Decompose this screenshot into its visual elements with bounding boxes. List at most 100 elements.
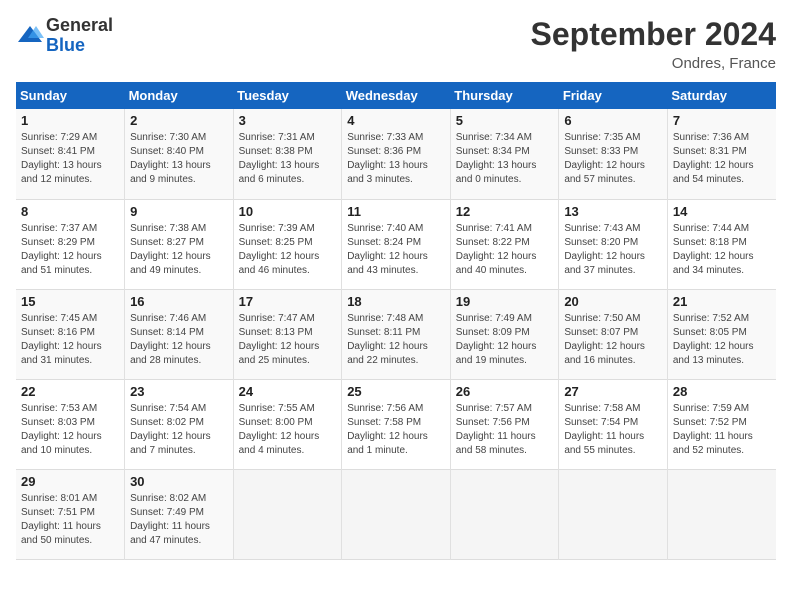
day-info: Sunrise: 7:41 AMSunset: 8:22 PMDaylight:… — [456, 222, 554, 278]
calendar-cell — [233, 469, 342, 559]
calendar-cell: 3 Sunrise: 7:31 AMSunset: 8:38 PMDaylight… — [233, 109, 342, 199]
calendar-cell: 13 Sunrise: 7:43 AMSunset: 8:20 PMDayligh… — [559, 199, 668, 289]
day-info: Sunrise: 8:02 AMSunset: 7:49 PMDaylight:… — [130, 492, 228, 548]
day-info: Sunrise: 7:34 AMSunset: 8:34 PMDaylight:… — [456, 131, 554, 187]
day-info: Sunrise: 7:54 AMSunset: 8:02 PMDaylight:… — [130, 402, 228, 458]
day-info: Sunrise: 7:37 AMSunset: 8:29 PMDaylight:… — [21, 222, 119, 278]
calendar-week-row: 22 Sunrise: 7:53 AMSunset: 8:03 PMDayligh… — [16, 379, 776, 469]
calendar-table: SundayMondayTuesdayWednesdayThursdayFrid… — [16, 82, 776, 560]
day-number: 21 — [673, 294, 771, 309]
calendar-week-row: 29 Sunrise: 8:01 AMSunset: 7:51 PMDayligh… — [16, 469, 776, 559]
calendar-cell: 9 Sunrise: 7:38 AMSunset: 8:27 PMDaylight… — [125, 199, 234, 289]
weekday-header-saturday: Saturday — [667, 82, 776, 109]
day-info: Sunrise: 7:55 AMSunset: 8:00 PMDaylight:… — [239, 402, 337, 458]
weekday-header-sunday: Sunday — [16, 82, 125, 109]
page-header: General Blue September 2024 Ondres, Fran… — [16, 16, 776, 72]
day-number: 23 — [130, 384, 228, 399]
day-number: 10 — [239, 204, 337, 219]
calendar-cell: 26 Sunrise: 7:57 AMSunset: 7:56 PMDayligh… — [450, 379, 559, 469]
logo-general: General — [46, 16, 113, 36]
weekday-header-tuesday: Tuesday — [233, 82, 342, 109]
weekday-header-thursday: Thursday — [450, 82, 559, 109]
day-info: Sunrise: 7:36 AMSunset: 8:31 PMDaylight:… — [673, 131, 771, 187]
day-number: 24 — [239, 384, 337, 399]
day-info: Sunrise: 7:31 AMSunset: 8:38 PMDaylight:… — [239, 131, 337, 187]
day-info: Sunrise: 7:58 AMSunset: 7:54 PMDaylight:… — [564, 402, 662, 458]
day-info: Sunrise: 7:43 AMSunset: 8:20 PMDaylight:… — [564, 222, 662, 278]
calendar-cell: 27Sunrise: 7:58 AMSunset: 7:54 PMDayligh… — [559, 379, 668, 469]
day-info: Sunrise: 7:50 AMSunset: 8:07 PMDaylight:… — [564, 312, 662, 368]
day-number: 8 — [21, 204, 119, 219]
calendar-cell: 24 Sunrise: 7:55 AMSunset: 8:00 PMDayligh… — [233, 379, 342, 469]
calendar-cell: 10Sunrise: 7:39 AMSunset: 8:25 PMDayligh… — [233, 199, 342, 289]
calendar-cell: 12Sunrise: 7:41 AMSunset: 8:22 PMDayligh… — [450, 199, 559, 289]
weekday-header-wednesday: Wednesday — [342, 82, 451, 109]
day-number: 3 — [239, 113, 337, 128]
day-number: 14 — [673, 204, 771, 219]
day-info: Sunrise: 7:29 AMSunset: 8:41 PMDaylight:… — [21, 131, 119, 187]
day-number: 9 — [130, 204, 228, 219]
calendar-cell: 8 Sunrise: 7:37 AMSunset: 8:29 PMDaylight… — [16, 199, 125, 289]
day-number: 20 — [564, 294, 662, 309]
calendar-cell: 15Sunrise: 7:45 AMSunset: 8:16 PMDayligh… — [16, 289, 125, 379]
day-info: Sunrise: 7:35 AMSunset: 8:33 PMDaylight:… — [564, 131, 662, 187]
day-number: 13 — [564, 204, 662, 219]
day-info: Sunrise: 7:33 AMSunset: 8:36 PMDaylight:… — [347, 131, 445, 187]
location: Ondres, France — [531, 55, 776, 72]
day-number: 18 — [347, 294, 445, 309]
day-number: 19 — [456, 294, 554, 309]
day-number: 28 — [673, 384, 771, 399]
day-number: 30 — [130, 474, 228, 489]
day-number: 7 — [673, 113, 771, 128]
day-number: 26 — [456, 384, 554, 399]
calendar-cell: 7 Sunrise: 7:36 AMSunset: 8:31 PMDaylight… — [667, 109, 776, 199]
calendar-cell: 14Sunrise: 7:44 AMSunset: 8:18 PMDayligh… — [667, 199, 776, 289]
calendar-cell: 16Sunrise: 7:46 AMSunset: 8:14 PMDayligh… — [125, 289, 234, 379]
day-number: 2 — [130, 113, 228, 128]
day-info: Sunrise: 7:57 AMSunset: 7:56 PMDaylight:… — [456, 402, 554, 458]
calendar-cell — [450, 469, 559, 559]
weekday-header-friday: Friday — [559, 82, 668, 109]
day-info: Sunrise: 7:30 AMSunset: 8:40 PMDaylight:… — [130, 131, 228, 187]
day-info: Sunrise: 8:01 AMSunset: 7:51 PMDaylight:… — [21, 492, 119, 548]
calendar-cell — [559, 469, 668, 559]
calendar-body: 1Sunrise: 7:29 AMSunset: 8:41 PMDaylight… — [16, 109, 776, 559]
day-number: 22 — [21, 384, 119, 399]
day-number: 25 — [347, 384, 445, 399]
logo-icon — [16, 22, 44, 50]
calendar-week-row: 1Sunrise: 7:29 AMSunset: 8:41 PMDaylight… — [16, 109, 776, 199]
calendar-header-row: SundayMondayTuesdayWednesdayThursdayFrid… — [16, 82, 776, 109]
day-info: Sunrise: 7:38 AMSunset: 8:27 PMDaylight:… — [130, 222, 228, 278]
calendar-cell: 1Sunrise: 7:29 AMSunset: 8:41 PMDaylight… — [16, 109, 125, 199]
day-number: 16 — [130, 294, 228, 309]
day-info: Sunrise: 7:59 AMSunset: 7:52 PMDaylight:… — [673, 402, 771, 458]
day-info: Sunrise: 7:40 AMSunset: 8:24 PMDaylight:… — [347, 222, 445, 278]
calendar-cell: 5 Sunrise: 7:34 AMSunset: 8:34 PMDaylight… — [450, 109, 559, 199]
day-info: Sunrise: 7:53 AMSunset: 8:03 PMDaylight:… — [21, 402, 119, 458]
calendar-cell: 6 Sunrise: 7:35 AMSunset: 8:33 PMDaylight… — [559, 109, 668, 199]
calendar-cell: 28 Sunrise: 7:59 AMSunset: 7:52 PMDayligh… — [667, 379, 776, 469]
day-number: 11 — [347, 204, 445, 219]
logo: General Blue — [16, 16, 113, 56]
calendar-cell: 22 Sunrise: 7:53 AMSunset: 8:03 PMDayligh… — [16, 379, 125, 469]
calendar-cell: 21Sunrise: 7:52 AMSunset: 8:05 PMDayligh… — [667, 289, 776, 379]
day-info: Sunrise: 7:48 AMSunset: 8:11 PMDaylight:… — [347, 312, 445, 368]
day-number: 6 — [564, 113, 662, 128]
calendar-cell: 4 Sunrise: 7:33 AMSunset: 8:36 PMDaylight… — [342, 109, 451, 199]
calendar-cell: 20 Sunrise: 7:50 AMSunset: 8:07 PMDayligh… — [559, 289, 668, 379]
calendar-cell — [342, 469, 451, 559]
day-number: 29 — [21, 474, 119, 489]
calendar-cell — [667, 469, 776, 559]
calendar-cell: 29 Sunrise: 8:01 AMSunset: 7:51 PMDayligh… — [16, 469, 125, 559]
month-title: September 2024 — [531, 16, 776, 53]
day-info: Sunrise: 7:56 AMSunset: 7:58 PMDaylight:… — [347, 402, 445, 458]
calendar-cell: 18 Sunrise: 7:48 AMSunset: 8:11 PMDayligh… — [342, 289, 451, 379]
day-number: 4 — [347, 113, 445, 128]
calendar-week-row: 15Sunrise: 7:45 AMSunset: 8:16 PMDayligh… — [16, 289, 776, 379]
logo-blue: Blue — [46, 36, 113, 56]
day-info: Sunrise: 7:49 AMSunset: 8:09 PMDaylight:… — [456, 312, 554, 368]
day-number: 5 — [456, 113, 554, 128]
calendar-week-row: 8 Sunrise: 7:37 AMSunset: 8:29 PMDaylight… — [16, 199, 776, 289]
day-info: Sunrise: 7:47 AMSunset: 8:13 PMDaylight:… — [239, 312, 337, 368]
calendar-cell: 17Sunrise: 7:47 AMSunset: 8:13 PMDayligh… — [233, 289, 342, 379]
